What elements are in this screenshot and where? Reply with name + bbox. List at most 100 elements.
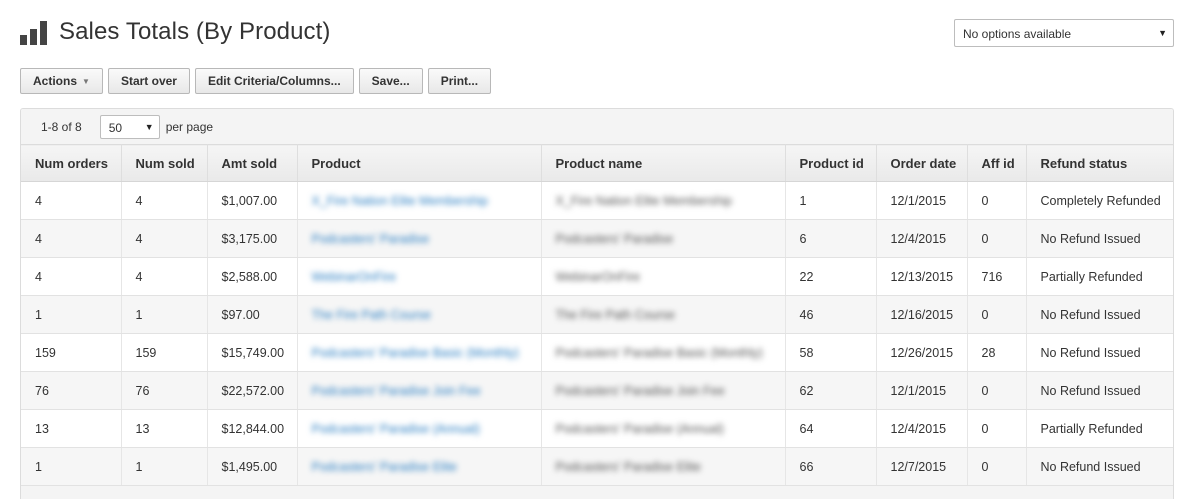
dropdown-arrow-icon: ▼ (1158, 28, 1167, 38)
cell-product-name: Podcasters' Paradise Basic (Monthly) (541, 333, 786, 372)
cell-num-orders: 1 (21, 295, 122, 334)
cell-num-sold: 1 (121, 447, 208, 486)
cell-order-date: 12/7/2015 (876, 447, 968, 486)
cell-product-id: 58 (785, 333, 877, 372)
page-title: Sales Totals (By Product) (59, 18, 331, 45)
cell-amt-sold: $12,844.00 (207, 409, 298, 448)
cell-amt-sold: $1,007.00 (207, 181, 298, 220)
cell-product-name: X_Fire Nation Elite Membership (541, 181, 786, 220)
product-link[interactable]: Podcasters' Paradise (312, 232, 430, 246)
cell-product[interactable]: X_Fire Nation Elite Membership (297, 181, 542, 220)
cell-num-orders: 159 (21, 333, 122, 372)
cell-num-orders: 4 (21, 219, 122, 258)
cell-num-orders: 13 (21, 409, 122, 448)
cell-product[interactable]: Podcasters' Paradise Elite (297, 447, 542, 486)
cell-product[interactable]: WebinarOnFire (297, 257, 542, 296)
cell-aff-id: 0 (967, 409, 1027, 448)
column-header-order-date[interactable]: Order date (876, 144, 968, 182)
cell-product[interactable]: Podcasters' Paradise Basic (Monthly) (297, 333, 542, 372)
start-over-button[interactable]: Start over (107, 68, 190, 94)
table-row: 1 1 $1,495.00 Podcasters' Paradise Elite Pod… (21, 447, 1173, 486)
cell-product-id: 1 (785, 181, 877, 220)
cell-product-name: Podcasters' Paradise (Annual) (541, 409, 786, 448)
cell-product[interactable]: The Fire Path Course (297, 295, 542, 334)
cell-product-name: WebinarOnFire (541, 257, 786, 296)
cell-product[interactable]: Podcasters' Paradise Join Fee (297, 371, 542, 410)
cell-product-id: 62 (785, 371, 877, 410)
cell-num-orders: 1 (21, 447, 122, 486)
product-name-text: Podcasters' Paradise Join Fee (555, 383, 725, 398)
cell-product-id: 66 (785, 447, 877, 486)
table-row: 4 4 $2,588.00 WebinarOnFire WebinarOnFire 22 1… (21, 257, 1173, 296)
cell-product-name: The Fire Path Course (541, 295, 786, 334)
cell-refund-status: No Refund Issued (1026, 219, 1173, 258)
table-row: 13 13 $12,844.00 Podcasters' Paradise (Annu… (21, 409, 1173, 448)
product-link[interactable]: X_Fire Nation Elite Membership (312, 194, 488, 208)
report-options-select[interactable]: No options available ▼ (954, 19, 1174, 47)
product-name-text: Podcasters' Paradise Elite (555, 459, 702, 474)
cell-amt-sold: $97.00 (207, 295, 298, 334)
product-link[interactable]: WebinarOnFire (312, 270, 397, 284)
cell-num-orders: 4 (21, 257, 122, 296)
table-row: 76 76 $22,572.00 Podcasters' Paradise Join … (21, 371, 1173, 410)
column-header-num-sold[interactable]: Num sold (121, 144, 208, 182)
cell-amt-sold: $2,588.00 (207, 257, 298, 296)
cell-order-date: 12/26/2015 (876, 333, 968, 372)
cell-refund-status: Partially Refunded (1026, 257, 1173, 296)
cell-refund-status: Completely Refunded (1026, 181, 1173, 220)
cell-order-date: 12/16/2015 (876, 295, 968, 334)
product-link[interactable]: Podcasters' Paradise (Annual) (312, 422, 480, 436)
product-name-text: WebinarOnFire (555, 269, 641, 284)
column-header-product-name[interactable]: Product name (541, 144, 786, 182)
cell-product[interactable]: Podcasters' Paradise (Annual) (297, 409, 542, 448)
column-header-aff-id[interactable]: Aff id (967, 144, 1027, 182)
cell-product-id: 64 (785, 409, 877, 448)
table-row: 1 1 $97.00 The Fire Path Course The Fire Pat… (21, 295, 1173, 334)
pager: 1-8 of 8 50 ▼ per page (21, 109, 1173, 144)
cell-refund-status: No Refund Issued (1026, 295, 1173, 334)
column-header-product[interactable]: Product (297, 144, 542, 182)
cell-num-sold: 76 (121, 371, 208, 410)
cell-order-date: 12/4/2015 (876, 219, 968, 258)
report-options-value: No options available (963, 27, 1072, 41)
sales-table: Num orders Num sold Amt sold Product Product… (21, 144, 1173, 486)
product-name-text: X_Fire Nation Elite Membership (555, 193, 732, 208)
cell-aff-id: 0 (967, 295, 1027, 334)
cell-product[interactable]: Podcasters' Paradise (297, 219, 542, 258)
cell-product-id: 6 (785, 219, 877, 258)
cell-amt-sold: $1,495.00 (207, 447, 298, 486)
cell-num-sold: 4 (121, 181, 208, 220)
product-name-text: Podcasters' Paradise (555, 231, 674, 246)
product-link[interactable]: Podcasters' Paradise Elite (312, 460, 458, 474)
per-page-select[interactable]: 50 ▼ (99, 114, 160, 139)
cell-refund-status: No Refund Issued (1026, 371, 1173, 410)
column-header-num-orders[interactable]: Num orders (21, 144, 122, 182)
product-link[interactable]: Podcasters' Paradise Basic (Monthly) (312, 346, 519, 360)
column-header-refund-status[interactable]: Refund status (1026, 144, 1173, 182)
cell-aff-id: 0 (967, 181, 1027, 220)
column-header-product-id[interactable]: Product id (785, 144, 877, 182)
cell-amt-sold: $3,175.00 (207, 219, 298, 258)
cell-order-date: 12/4/2015 (876, 409, 968, 448)
save-button[interactable]: Save... (358, 68, 423, 94)
bar-chart-icon (20, 19, 49, 45)
print-button[interactable]: Print... (427, 68, 492, 94)
cell-amt-sold: $22,572.00 (207, 371, 298, 410)
product-link[interactable]: The Fire Path Course (312, 308, 432, 322)
product-name-text: Podcasters' Paradise (Annual) (555, 421, 724, 436)
cell-product-name: Podcasters' Paradise Join Fee (541, 371, 786, 410)
edit-criteria-button[interactable]: Edit Criteria/Columns... (194, 68, 354, 94)
cell-amt-sold: $15,749.00 (207, 333, 298, 372)
column-header-amt-sold[interactable]: Amt sold (207, 144, 298, 182)
cell-num-sold: 159 (121, 333, 208, 372)
per-page-label: per page (165, 119, 214, 134)
product-link[interactable]: Podcasters' Paradise Join Fee (312, 384, 481, 398)
cell-num-sold: 4 (121, 257, 208, 296)
cell-order-date: 12/1/2015 (876, 181, 968, 220)
cell-num-orders: 4 (21, 181, 122, 220)
cell-num-sold: 13 (121, 409, 208, 448)
dropdown-arrow-icon: ▼ (144, 121, 154, 132)
cell-product-id: 22 (785, 257, 877, 296)
table-row: 4 4 $1,007.00 X_Fire Nation Elite Membershi… (21, 181, 1173, 220)
actions-button[interactable]: Actions ▼ (20, 68, 103, 94)
